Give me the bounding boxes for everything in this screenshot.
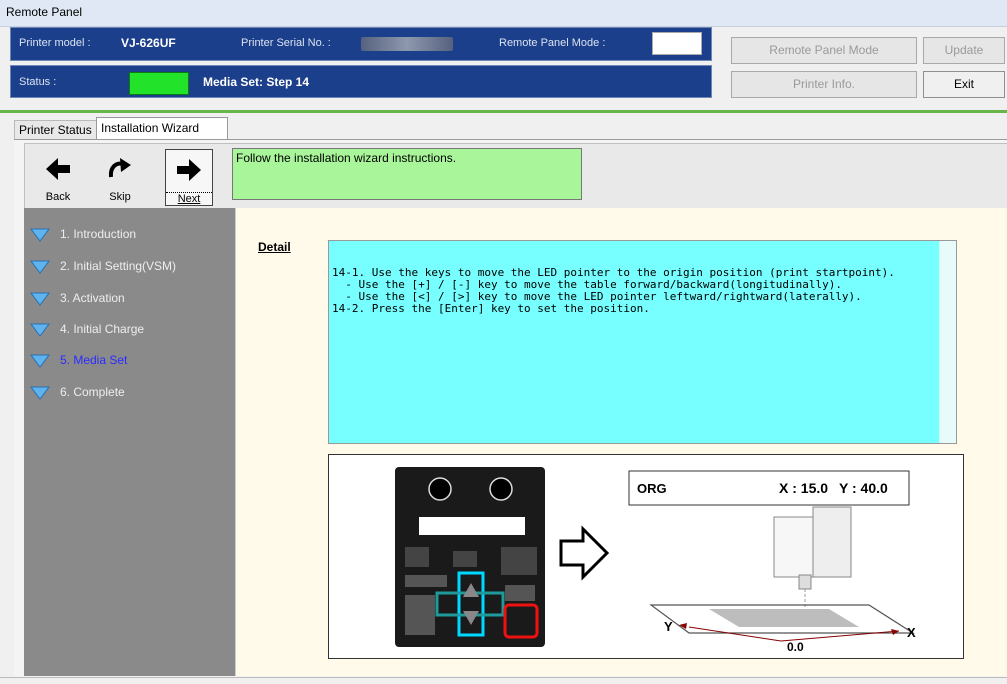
arrow-right-icon [177,159,201,181]
header-divider [0,110,1007,113]
x-readout: X : 15.0 [779,480,828,496]
status-indicator [129,72,189,95]
header-panel: Printer model : VJ-626UF Printer Serial … [0,27,1007,109]
vertical-scrollbar[interactable] [939,241,956,443]
serial-value-redacted [361,37,453,51]
triangle-down-icon [30,354,50,368]
tab-installation-wizard[interactable]: Installation Wizard [96,117,228,139]
triangle-down-icon [30,260,50,274]
triangle-down-icon [30,292,50,306]
back-button[interactable]: Back [35,149,81,204]
operation-panel-image [395,467,545,647]
detail-text-content: 14-1. Use the keys to move the LED point… [332,266,895,315]
exit-button[interactable]: Exit [923,71,1005,98]
y-readout: Y : 40.0 [839,480,888,496]
org-label: ORG [637,481,667,496]
instruction-box: Follow the installation wizard instructi… [232,148,582,200]
axis-y-label: Y [664,619,673,634]
detail-heading: Detail [258,240,291,254]
status-text: Media Set: Step 14 [203,75,310,89]
printer-info-button[interactable]: Printer Info. [731,71,917,98]
redo-arrow-icon [108,158,131,178]
triangle-down-icon [30,386,50,400]
update-button[interactable]: Update [923,37,1005,64]
remote-panel-mode-button[interactable]: Remote Panel Mode [731,37,917,64]
window-titlebar: Remote Panel [0,0,1007,27]
triangle-down-icon [30,228,50,242]
detail-text[interactable]: 14-1. Use the keys to move the LED point… [328,240,957,444]
remote-mode-value [652,32,702,55]
status-row: Status : Media Set: Step 14 [10,65,712,98]
arrow-right-icon [559,525,610,581]
next-button[interactable]: Next [165,149,213,206]
back-label: Back [45,191,71,203]
skip-button[interactable]: Skip [97,149,143,204]
wizard-steps-sidebar: 1. Introduction 2. Initial Setting(VSM) … [24,208,235,676]
operation-panel-diagram: ORG X : 15.0 Y : 40.0 X Y 0.0 [395,467,916,654]
instruction-figure: ORG X : 15.0 Y : 40.0 X Y 0.0 [328,454,964,659]
printer-model-value: VJ-626UF [121,36,176,50]
tab-printer-status[interactable]: Printer Status [14,120,104,139]
window-title: Remote Panel [6,5,83,19]
triangle-down-icon [30,323,50,337]
detail-pane: Detail 14-1. Use the keys to move the LE… [235,208,1007,676]
status-label: Status : [19,76,57,88]
next-label: Next [166,192,212,205]
remote-mode-label: Remote Panel Mode : [499,37,606,49]
skip-label: Skip [109,191,131,203]
serial-label: Printer Serial No. : [241,37,331,49]
printer-info-row: Printer model : VJ-626UF Printer Serial … [10,27,712,61]
origin-value: 0.0 [787,640,804,654]
arrow-left-icon [46,158,70,180]
printer-model-label: Printer model : [19,37,91,49]
axis-x-label: X [907,625,916,640]
